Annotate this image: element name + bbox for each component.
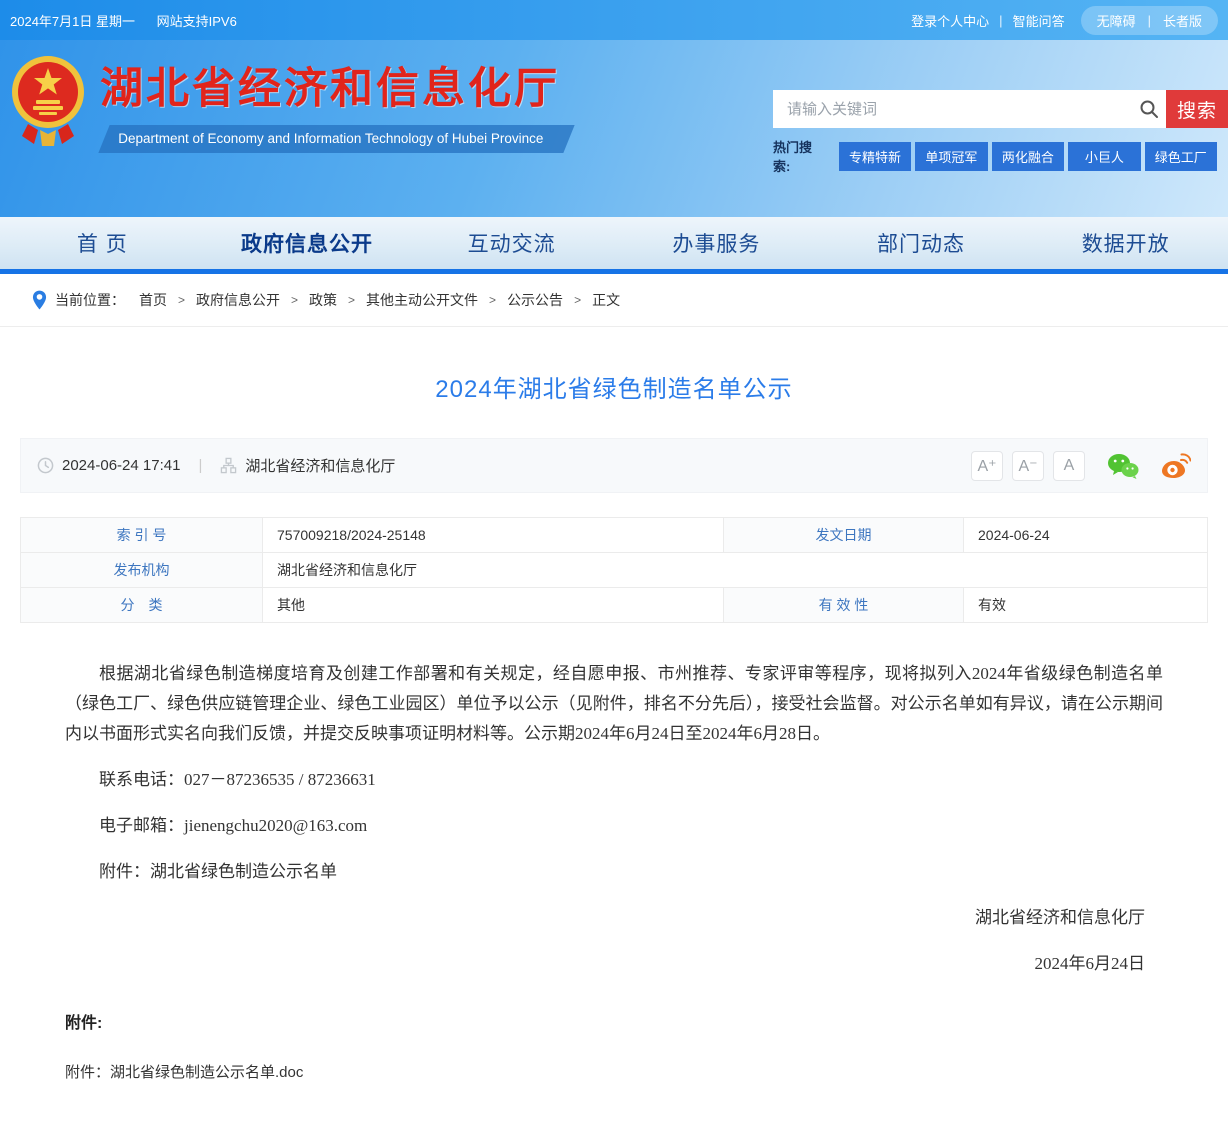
nav-item-open-data[interactable]: 数据开放 — [1023, 217, 1228, 269]
nav-item-interaction[interactable]: 互动交流 — [409, 217, 614, 269]
index-number-label: 索 引 号 — [21, 518, 263, 553]
pill-divider: | — [1148, 13, 1151, 28]
clock-icon — [37, 457, 54, 474]
nav-item-services[interactable]: 办事服务 — [614, 217, 819, 269]
font-smaller-button[interactable]: A⁻ — [1012, 451, 1044, 481]
category-value: 其他 — [263, 588, 724, 623]
document-info-table: 索 引 号 757009218/2024-25148 发文日期 2024-06-… — [20, 517, 1208, 623]
font-larger-button[interactable]: A⁺ — [971, 451, 1003, 481]
crumb-current: 正文 — [592, 290, 620, 310]
validity-label: 有 效 性 — [724, 588, 964, 623]
site-header: 湖北省经济和信息化厅 Department of Economy and Inf… — [0, 40, 1228, 217]
attachment-doc-link[interactable]: 附件：湖北省绿色制造公示名单.doc — [65, 1061, 303, 1082]
hot-tag-xiaojuren[interactable]: 小巨人 — [1068, 142, 1140, 171]
issuing-org-value: 湖北省经济和信息化厅 — [263, 553, 1208, 588]
meta-left: 2024-06-24 17:41 | 湖北省经济和信息化厅 — [37, 455, 395, 476]
search-input[interactable] — [773, 90, 1132, 128]
accessibility-pill: 无障碍 | 长者版 — [1081, 6, 1218, 35]
crumb-home[interactable]: 首页 — [139, 290, 167, 310]
national-emblem-logo — [10, 52, 86, 148]
hot-tag-zhuanjingtexin[interactable]: 专精特新 — [839, 142, 911, 171]
site-title: 湖北省经济和信息化厅 — [100, 68, 569, 111]
topbar-left: 2024年7月1日 星期一 网站支持IPV6 — [10, 11, 255, 30]
source-org-icon — [220, 457, 237, 474]
hot-search-label: 热门搜索: — [773, 137, 827, 175]
brand-text: 湖北省经济和信息化厅 Department of Economy and Inf… — [100, 50, 569, 153]
attachments-section: 附件: 附件：湖北省绿色制造公示名单.doc — [65, 1009, 1163, 1082]
hot-tag-lvsegongchang[interactable]: 绿色工厂 — [1145, 142, 1217, 171]
topbar-divider: | — [999, 13, 1002, 28]
nav-item-dept-news[interactable]: 部门动态 — [819, 217, 1024, 269]
wechat-share-icon[interactable] — [1107, 453, 1139, 479]
index-number-value: 757009218/2024-25148 — [263, 518, 724, 553]
contact-phone-line: 联系电话：027－87236535 / 87236631 — [65, 765, 1163, 795]
crumb-separator: > — [348, 293, 355, 307]
crumb-gov-info[interactable]: 政府信息公开 — [196, 290, 280, 310]
site-subtitle: Department of Economy and Information Te… — [118, 131, 543, 146]
crumb-announcements[interactable]: 公示公告 — [507, 290, 563, 310]
crumb-separator: > — [489, 293, 496, 307]
article-title: 2024年湖北省绿色制造名单公示 — [20, 369, 1208, 404]
issue-date-label: 发文日期 — [724, 518, 964, 553]
attachments-heading: 附件: — [65, 1009, 1163, 1033]
contact-email-line: 电子邮箱：jienengchu2020@163.com — [65, 811, 1163, 841]
publish-datetime: 2024-06-24 17:41 — [62, 457, 180, 474]
nav-item-home[interactable]: 首 页 — [0, 217, 205, 269]
main-content: 2024年湖北省绿色制造名单公示 2024-06-24 17:41 | 湖北省经… — [0, 369, 1228, 1122]
crumb-separator: > — [291, 293, 298, 307]
search-box: 搜索 — [773, 90, 1228, 128]
publish-source: 湖北省经济和信息化厅 — [245, 455, 395, 476]
attachment-note-line: 附件：湖北省绿色制造公示名单 — [65, 857, 1163, 887]
hot-tag-lianghuaronghe[interactable]: 两化融合 — [992, 142, 1064, 171]
crumb-separator: > — [178, 293, 185, 307]
current-date: 2024年7月1日 星期一 — [10, 14, 135, 29]
issuing-org-label: 发布机构 — [21, 553, 263, 588]
main-nav: 首 页 政府信息公开 互动交流 办事服务 部门动态 数据开放 — [0, 217, 1228, 274]
validity-value: 有效 — [964, 588, 1208, 623]
article-body: 根据湖北省绿色制造梯度培育及创建工作部署和有关规定，经自愿申报、市州推荐、专家评… — [65, 659, 1163, 979]
body-paragraph: 根据湖北省绿色制造梯度培育及创建工作部署和有关规定，经自愿申报、市州推荐、专家评… — [65, 659, 1163, 749]
weibo-share-icon[interactable] — [1161, 453, 1191, 479]
brand-block: 湖北省经济和信息化厅 Department of Economy and Inf… — [10, 50, 569, 153]
elder-mode-button[interactable]: 长者版 — [1163, 11, 1202, 30]
table-row: 分 类 其他 有 效 性 有效 — [21, 588, 1208, 623]
crumb-policy[interactable]: 政策 — [309, 290, 337, 310]
site-subtitle-ribbon: Department of Economy and Information Te… — [98, 125, 575, 153]
crumb-separator: > — [574, 293, 581, 307]
topbar-right: 登录个人中心 | 智能问答 无障碍 | 长者版 — [911, 6, 1218, 35]
search-area: 搜索 热门搜索: 专精特新 单项冠军 两化融合 小巨人 绿色工厂 — [773, 90, 1228, 175]
search-button[interactable]: 搜索 — [1166, 90, 1228, 128]
article-meta-bar: 2024-06-24 17:41 | 湖北省经济和信息化厅 A⁺ A⁻ A — [20, 438, 1208, 493]
font-reset-button[interactable]: A — [1053, 451, 1085, 481]
table-row: 索 引 号 757009218/2024-25148 发文日期 2024-06-… — [21, 518, 1208, 553]
ipv6-badge: 网站支持IPV6 — [157, 14, 237, 29]
hot-search-row: 热门搜索: 专精特新 单项冠军 两化融合 小巨人 绿色工厂 — [773, 137, 1228, 175]
issue-date-value: 2024-06-24 — [964, 518, 1208, 553]
smart-qa-link[interactable]: 智能问答 — [1013, 11, 1065, 30]
signature-org: 湖北省经济和信息化厅 — [65, 903, 1163, 933]
magnifier-icon[interactable] — [1132, 90, 1166, 128]
top-bar: 2024年7月1日 星期一 网站支持IPV6 登录个人中心 | 智能问答 无障碍… — [0, 0, 1228, 40]
breadcrumb-label: 当前位置： — [55, 290, 125, 310]
meta-right: A⁺ A⁻ A — [962, 451, 1191, 481]
category-label: 分 类 — [21, 588, 263, 623]
signature-date: 2024年6月24日 — [65, 949, 1163, 979]
meta-divider: | — [198, 457, 202, 474]
breadcrumb: 当前位置： 首页 > 政府信息公开 > 政策 > 其他主动公开文件 > 公示公告… — [0, 274, 1228, 327]
login-link[interactable]: 登录个人中心 — [911, 11, 989, 30]
table-row: 发布机构 湖北省经济和信息化厅 — [21, 553, 1208, 588]
location-pin-icon — [32, 290, 47, 310]
nav-item-gov-info[interactable]: 政府信息公开 — [205, 217, 410, 269]
hot-tag-danxiangguanjun[interactable]: 单项冠军 — [915, 142, 987, 171]
crumb-other-docs[interactable]: 其他主动公开文件 — [366, 290, 478, 310]
accessible-mode-button[interactable]: 无障碍 — [1097, 11, 1136, 30]
